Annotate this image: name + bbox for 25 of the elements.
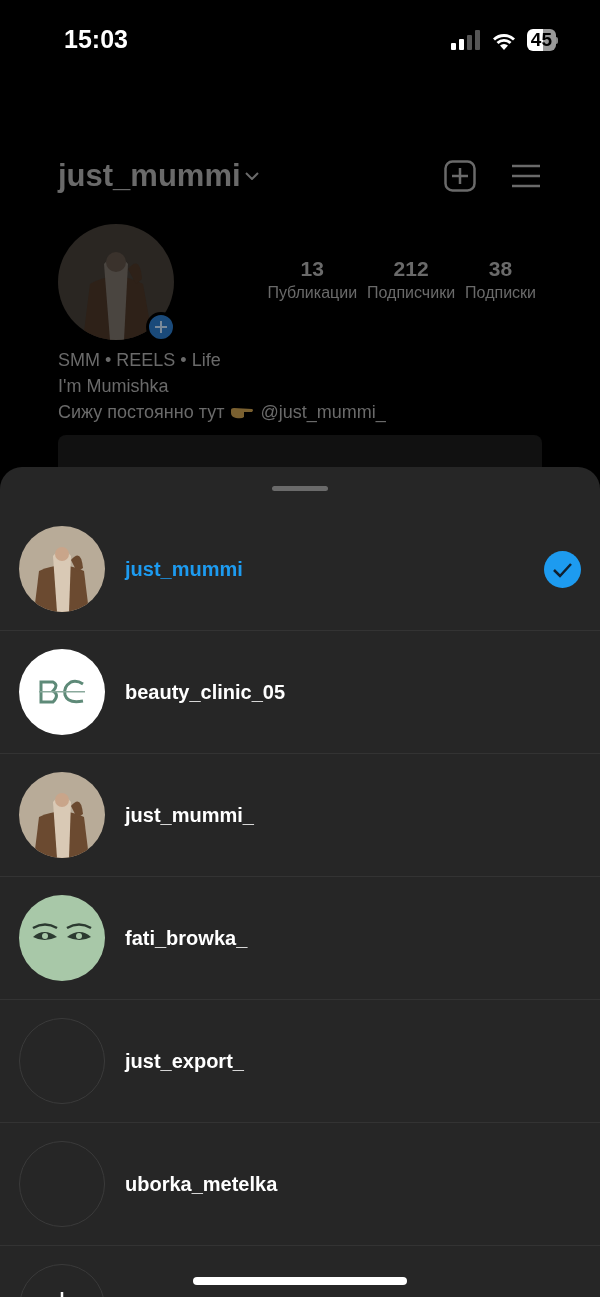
bio-text: I'm Mumishka xyxy=(58,375,170,398)
battery-level: 45 xyxy=(526,29,556,51)
chevron-down-icon[interactable] xyxy=(244,172,259,180)
stat-label: Подписчики xyxy=(367,283,456,303)
status-time: 15:03 xyxy=(64,24,128,56)
account-name[interactable]: just_mummi xyxy=(125,554,544,584)
account-name[interactable]: beauty_clinic_05 xyxy=(125,677,544,707)
profile-username[interactable]: just_mummi xyxy=(58,152,241,200)
account-name[interactable]: just_mummi_ xyxy=(125,800,544,830)
bio-text: SMM • REELS • Life xyxy=(58,349,222,372)
account-name[interactable]: uborka_metelka xyxy=(125,1169,544,1199)
stat-label: Подписки xyxy=(465,283,536,303)
stat-count: 38 xyxy=(488,256,513,282)
profile-link[interactable]: @just_mummi_ xyxy=(260,399,386,425)
bio-text: Сижу постоянно тут xyxy=(58,401,225,424)
stat-count: 13 xyxy=(300,256,324,282)
add-post-icon[interactable] xyxy=(444,160,476,192)
stat-count: 212 xyxy=(393,256,429,282)
drag-handle[interactable] xyxy=(272,486,328,491)
account-name[interactable]: fati_browka_ xyxy=(125,923,544,953)
menu-icon[interactable] xyxy=(512,164,540,188)
account-name[interactable]: just_export_ xyxy=(125,1046,544,1076)
signal-icon xyxy=(450,30,481,50)
stat-label: Публикации xyxy=(267,283,358,303)
pointing-hand-icon xyxy=(230,405,255,419)
